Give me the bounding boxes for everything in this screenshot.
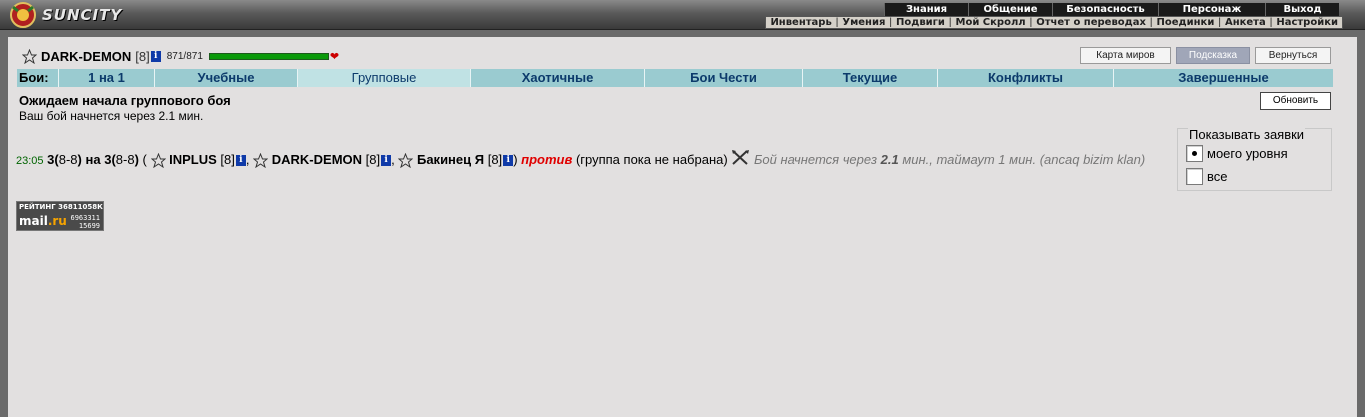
counter-id: 36811058К xyxy=(58,203,103,211)
filter-box: Показывать заявки моего уровня все xyxy=(1177,127,1332,191)
crossed-swords-icon[interactable] xyxy=(731,149,750,166)
user-info-icon[interactable]: i xyxy=(150,51,161,62)
refresh-button[interactable]: Обновить xyxy=(1260,92,1331,110)
status-title: Ожидаем начала группового боя xyxy=(19,93,231,108)
hp-bar xyxy=(208,53,329,60)
submenu-feats[interactable]: Подвиги xyxy=(892,17,949,28)
top-header: SUNCITY Знания Общение Безопасность Перс… xyxy=(0,0,1365,30)
start-text: Бой начнется через xyxy=(753,152,878,167)
player-nick[interactable]: DARK-DEMON xyxy=(272,152,362,167)
filter-option-all[interactable]: все xyxy=(1186,168,1228,185)
tab-chaotic[interactable]: Хаотичные xyxy=(471,69,645,87)
timeout-value: 1 xyxy=(998,152,1006,167)
player-level: [8] xyxy=(220,152,235,167)
menu-security[interactable]: Безопасность xyxy=(1052,3,1158,16)
start-value: 2.1 xyxy=(880,152,899,167)
user-nick[interactable]: DARK-DEMON xyxy=(41,49,131,64)
versus-label: против xyxy=(521,152,573,167)
tabs-label: Бои: xyxy=(17,69,59,87)
menu-exit[interactable]: Выход xyxy=(1265,3,1339,16)
radio-label-all: все xyxy=(1207,169,1228,184)
counter-brand-b: .ru xyxy=(47,214,67,228)
battle-time: 23:05 xyxy=(16,155,44,167)
hint-button[interactable]: Подсказка xyxy=(1176,47,1250,64)
battle-request: 23:05 3(8-8) на 3(8-8) ( INPLUS [8] i, DA… xyxy=(16,149,1176,169)
submenu-skills[interactable]: Умения xyxy=(838,17,889,28)
alignment-star-icon xyxy=(253,153,269,169)
player-level: [8] xyxy=(487,152,503,167)
team-a-range: 8-8 xyxy=(58,152,78,167)
submenu-duels[interactable]: Поединки xyxy=(1153,17,1219,28)
submenu-inventory[interactable]: Инвентарь xyxy=(766,17,835,28)
logo[interactable]: SUNCITY xyxy=(8,1,148,29)
sub-menu: Инвентарь | Умения | Подвиги | Мой Скролл | … xyxy=(765,16,1343,29)
user-level: [8] xyxy=(135,49,150,64)
status-subtitle: Ваш бой начнется через 2.1 мин. xyxy=(19,109,204,123)
team-b-range: 8-8 xyxy=(115,152,135,167)
timeout-unit: мин. xyxy=(1009,152,1037,167)
tab-training[interactable]: Учебные xyxy=(155,69,298,87)
menu-communication[interactable]: Общение xyxy=(968,3,1052,16)
content-area: DARK-DEMON [8] i 871/871 ❤ Карта миров П… xyxy=(8,37,1357,417)
user-info: DARK-DEMON [8] i 871/871 ❤ xyxy=(22,49,339,64)
opponent-note: (группа пока не набрана) xyxy=(575,152,728,167)
counter-hosts: 15699 xyxy=(78,222,100,230)
counter-hits: 6963311 xyxy=(70,214,100,222)
submenu-transfer-report[interactable]: Отчет о переводах xyxy=(1032,17,1150,28)
player-nick[interactable]: INPLUS xyxy=(169,152,217,167)
player-nick[interactable]: Бакинец Я xyxy=(417,152,484,167)
emblem-icon xyxy=(10,2,36,28)
heart-icon: ❤ xyxy=(329,51,340,63)
alignment-star-icon xyxy=(398,153,414,169)
tab-1v1[interactable]: 1 на 1 xyxy=(59,69,155,87)
battle-comment: (ancaq bizim klan) xyxy=(1039,152,1146,167)
alignment-star-icon xyxy=(150,153,166,169)
player-level: [8] xyxy=(365,152,381,167)
player-info-icon[interactable]: i xyxy=(503,155,514,167)
mailru-counter[interactable]: РЕЙТИНГ 36811058К mail.ru 6963311 15699 xyxy=(16,201,104,231)
submenu-settings[interactable]: Настройки xyxy=(1272,17,1342,28)
alignment-star-icon xyxy=(22,49,37,64)
filter-option-my-level[interactable]: моего уровня xyxy=(1186,145,1288,162)
counter-label: РЕЙТИНГ xyxy=(19,203,56,211)
start-unit: мин., таймаут xyxy=(902,152,995,167)
tab-finished[interactable]: Завершенные xyxy=(1114,69,1333,87)
main-menu: Знания Общение Безопасность Персонаж Вых… xyxy=(884,3,1339,16)
tab-group[interactable]: Групповые xyxy=(298,69,471,87)
submenu-profile[interactable]: Анкета xyxy=(1221,17,1270,28)
filter-title: Показывать заявки xyxy=(1188,127,1306,142)
player-info-icon[interactable]: i xyxy=(381,155,392,167)
tab-conflicts[interactable]: Конфликты xyxy=(938,69,1114,87)
tab-current[interactable]: Текущие xyxy=(803,69,938,87)
logo-text: SUNCITY xyxy=(42,6,123,24)
radio-my-level[interactable] xyxy=(1186,145,1203,162)
menu-knowledge[interactable]: Знания xyxy=(884,3,968,16)
user-hp: 871/871 xyxy=(166,51,203,62)
radio-all[interactable] xyxy=(1186,168,1203,185)
radio-label-my-level: моего уровня xyxy=(1207,146,1288,161)
battle-tabs: Бои: 1 на 1 Учебные Групповые Хаотичные … xyxy=(17,69,1333,87)
player-info-icon[interactable]: i xyxy=(235,155,246,167)
tab-honor[interactable]: Бои Чести xyxy=(645,69,803,87)
on-label: на xyxy=(85,152,101,167)
back-button[interactable]: Вернуться xyxy=(1255,47,1331,64)
counter-brand-a: mail xyxy=(19,214,48,228)
world-map-button[interactable]: Карта миров xyxy=(1080,47,1171,64)
menu-character[interactable]: Персонаж xyxy=(1158,3,1265,16)
submenu-my-scroll[interactable]: Мой Скролл xyxy=(952,17,1030,28)
